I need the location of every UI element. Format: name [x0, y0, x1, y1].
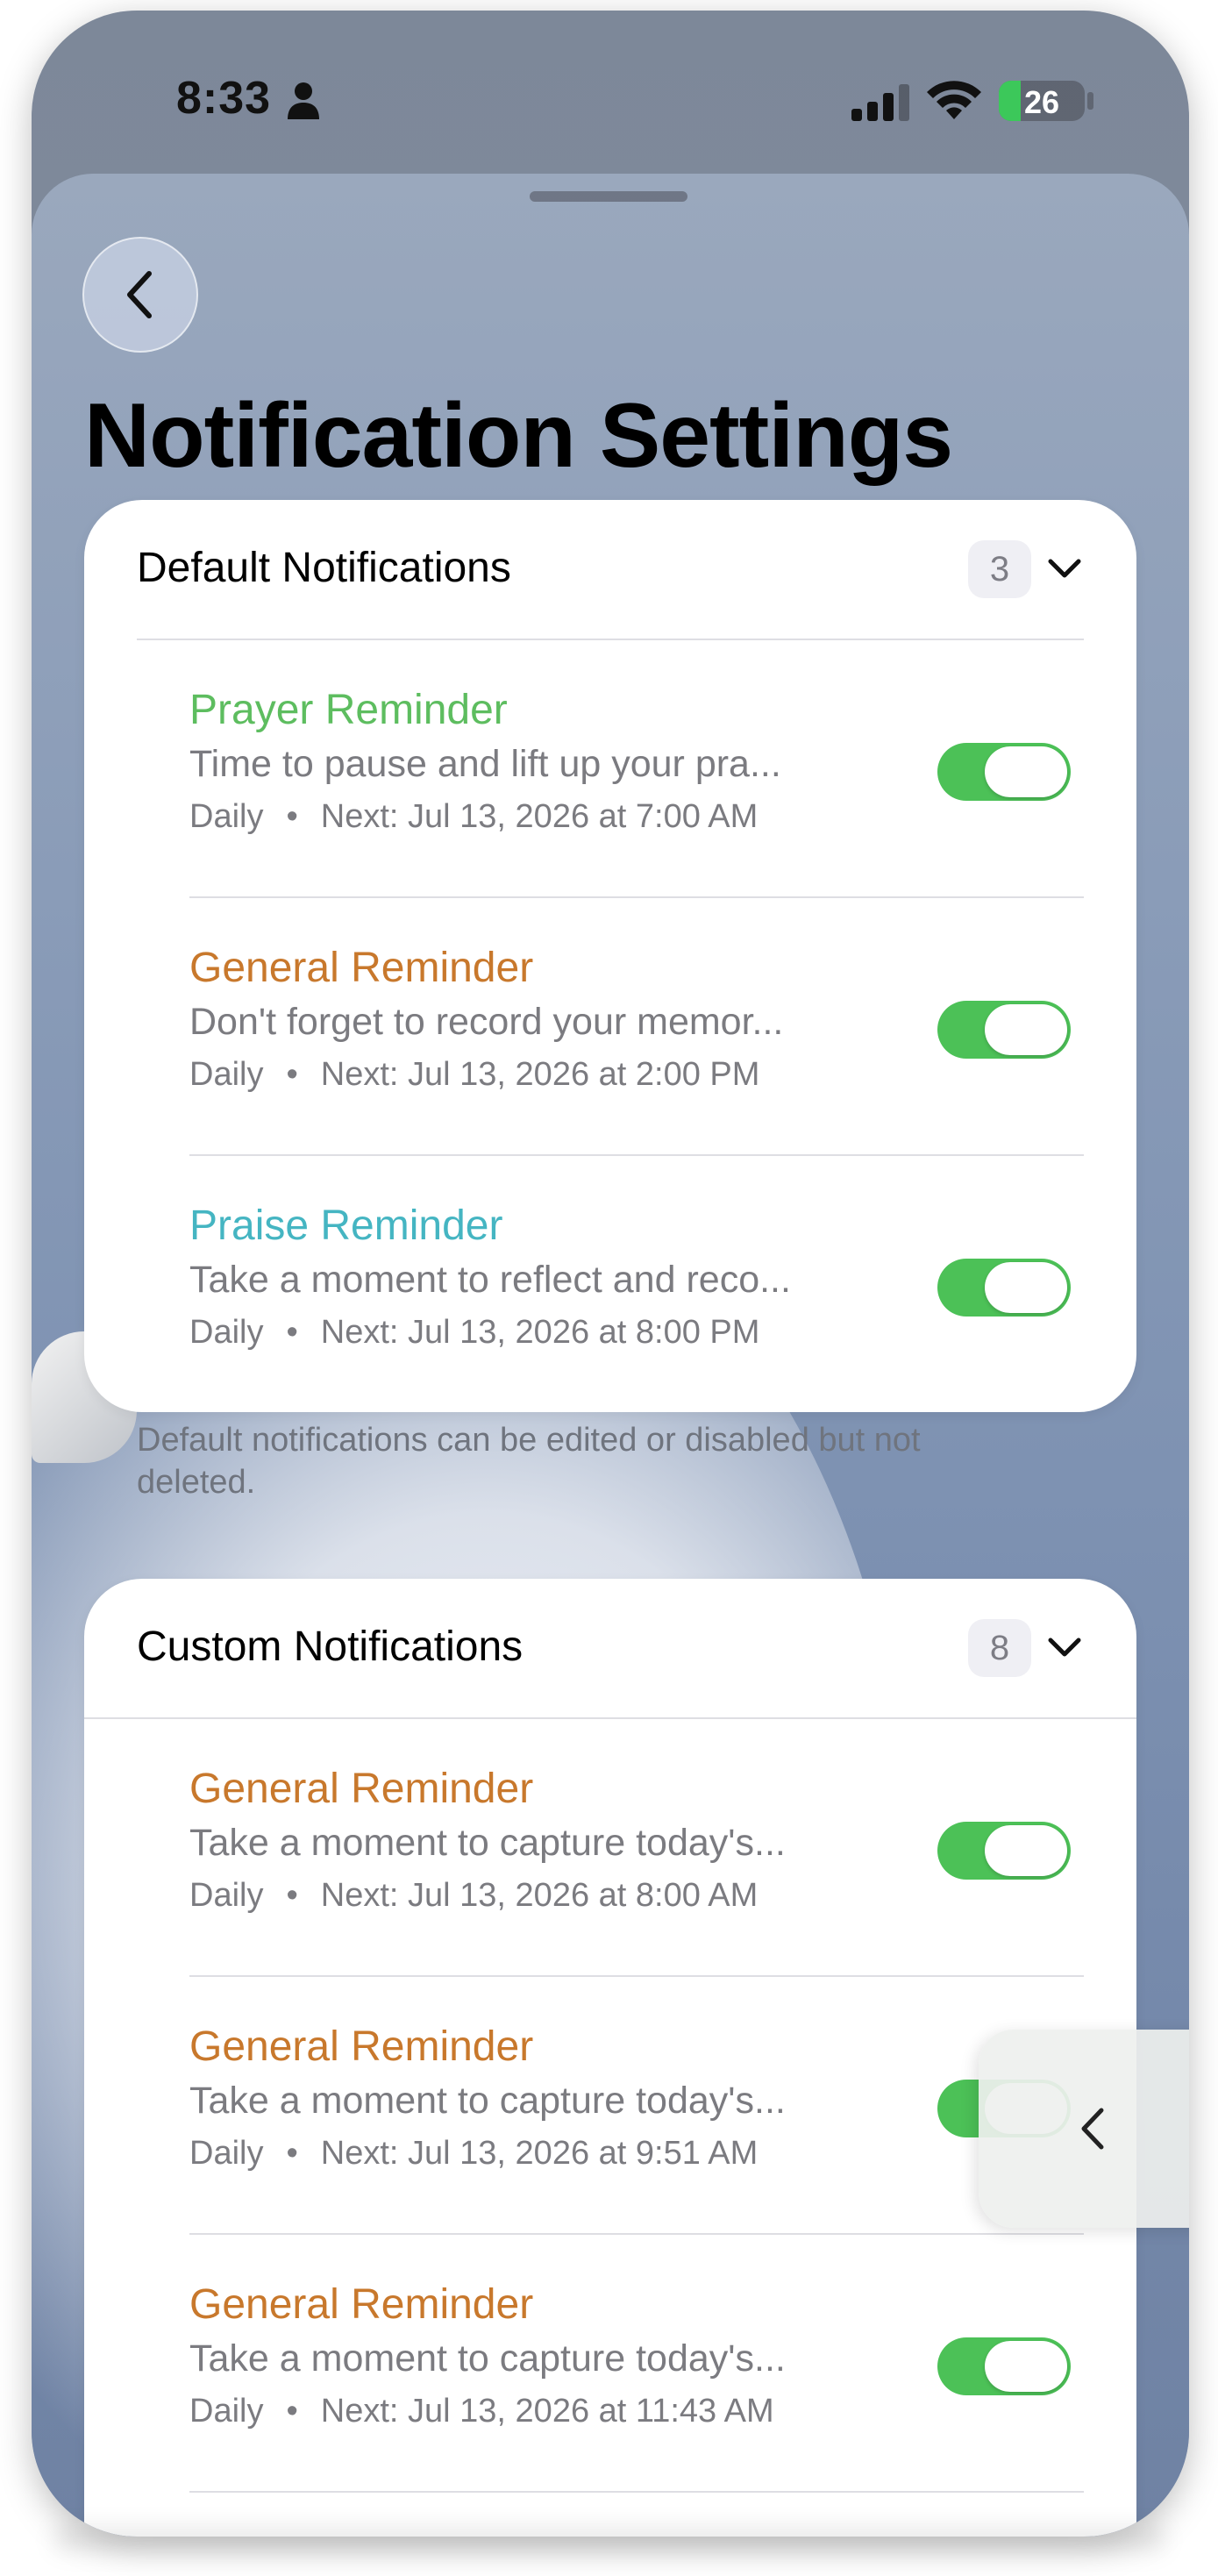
notification-title: Praise Reminder	[189, 1202, 503, 1249]
notification-next: Next: Jul 13, 2026 at 9:51 AM	[320, 2135, 759, 2172]
divider	[189, 2491, 1084, 2493]
back-button[interactable]	[82, 237, 198, 353]
separator-dot: •	[286, 2135, 298, 2172]
notification-frequency: Daily	[189, 798, 264, 835]
wifi-icon	[927, 81, 981, 119]
status-bar: 8:33 26	[32, 11, 1189, 177]
status-time: 8:33	[176, 73, 272, 124]
notification-message: Take a moment to capture today's...	[189, 1822, 786, 1864]
toggle-knob	[985, 2341, 1067, 2392]
notification-frequency: Daily	[189, 2135, 264, 2172]
separator-dot: •	[286, 2393, 298, 2430]
section-title: Custom Notifications	[137, 1623, 524, 1670]
notification-message: Take a moment to capture today's...	[189, 2080, 786, 2122]
section-title: Default Notifications	[137, 545, 511, 591]
notification-schedule: Daily • Next: Jul 13, 2026 at 2:00 PM	[189, 1056, 759, 1094]
notification-next: Next: Jul 13, 2026 at 8:00 PM	[320, 1314, 760, 1351]
notification-toggle[interactable]	[937, 2337, 1071, 2395]
toggle-knob	[985, 1004, 1067, 1055]
notification-next: Next: Jul 13, 2026 at 8:00 AM	[320, 1877, 759, 1914]
battery-cap	[1087, 92, 1093, 110]
notification-message: Take a moment to capture today's...	[189, 2337, 786, 2380]
notification-title: General Reminder	[189, 1766, 534, 1812]
page-title: Notification Settings	[84, 385, 953, 487]
notification-toggle[interactable]	[937, 1259, 1071, 1317]
count-badge: 8	[968, 1619, 1031, 1677]
notification-row[interactable]: General Reminder Take a moment to captur…	[189, 2235, 1084, 2493]
default-notifications-header[interactable]: Default Notifications 3	[137, 500, 1084, 640]
chevron-down-icon[interactable]	[1045, 553, 1084, 584]
side-drawer-tab[interactable]	[979, 2030, 1189, 2228]
person-icon	[288, 82, 319, 119]
toggle-knob	[985, 746, 1067, 797]
signal-icon	[851, 84, 909, 121]
device-shadow	[53, 2526, 1166, 2552]
notification-frequency: Daily	[189, 1877, 264, 1914]
notification-schedule: Daily • Next: Jul 13, 2026 at 8:00 PM	[189, 1314, 759, 1352]
notification-row[interactable]: Prayer Reminder Time to pause and lift u…	[189, 640, 1084, 898]
notification-row[interactable]: Praise Reminder Take a moment to reflect…	[189, 1156, 1084, 1414]
count-badge: 3	[968, 540, 1031, 598]
notification-toggle[interactable]	[937, 743, 1071, 801]
default-notifications-footnote: Default notifications can be edited or d…	[137, 1422, 921, 1501]
notification-frequency: Daily	[189, 2393, 264, 2430]
chevron-down-icon[interactable]	[1045, 1631, 1084, 1663]
notification-title: General Reminder	[189, 2281, 534, 2328]
notification-title: General Reminder	[189, 945, 534, 991]
notification-frequency: Daily	[189, 1314, 264, 1351]
notification-next: Next: Jul 13, 2026 at 2:00 PM	[320, 1056, 760, 1093]
notification-schedule: Daily • Next: Jul 13, 2026 at 7:00 AM	[189, 798, 758, 836]
toggle-knob	[985, 1262, 1067, 1313]
notification-schedule: Daily • Next: Jul 13, 2026 at 11:43 AM	[189, 2393, 774, 2430]
chevron-left-icon	[1081, 2108, 1104, 2150]
notification-row[interactable]: General Reminder Take a moment to captur…	[189, 1719, 1084, 1977]
separator-dot: •	[286, 798, 298, 835]
notification-title: Prayer Reminder	[189, 687, 508, 733]
sheet-grabber[interactable]	[530, 191, 687, 202]
phone-frame: 8:33 26 Notification Settings Default No…	[32, 11, 1189, 2537]
notification-toggle[interactable]	[937, 1822, 1071, 1880]
default-notifications-card: Default Notifications 3 Prayer Reminder …	[84, 500, 1136, 1412]
chevron-left-icon	[127, 271, 152, 318]
notification-frequency: Daily	[189, 1056, 264, 1093]
notification-message: Time to pause and lift up your pra...	[189, 743, 781, 785]
notification-schedule: Daily • Next: Jul 13, 2026 at 9:51 AM	[189, 2135, 758, 2173]
separator-dot: •	[286, 1314, 298, 1351]
notification-message: Take a moment to reflect and reco...	[189, 1259, 791, 1301]
notification-row[interactable]: General Reminder Don't forget to record …	[189, 898, 1084, 1156]
separator-dot: •	[286, 1056, 298, 1093]
custom-notifications-header[interactable]: Custom Notifications 8	[137, 1579, 1084, 1719]
toggle-knob	[985, 1825, 1067, 1876]
battery-icon: 26	[999, 81, 1085, 121]
notification-title: General Reminder	[189, 2023, 534, 2070]
notification-row[interactable]: General Reminder Take a moment to captur…	[189, 1977, 1084, 2235]
battery-level: 26	[1023, 84, 1060, 120]
notification-schedule: Daily • Next: Jul 13, 2026 at 8:00 AM	[189, 1877, 758, 1915]
separator-dot: •	[286, 1877, 298, 1914]
notification-toggle[interactable]	[937, 1001, 1071, 1059]
notification-next: Next: Jul 13, 2026 at 11:43 AM	[320, 2393, 774, 2430]
notification-message: Don't forget to record your memor...	[189, 1001, 784, 1043]
notification-next: Next: Jul 13, 2026 at 7:00 AM	[320, 798, 759, 835]
